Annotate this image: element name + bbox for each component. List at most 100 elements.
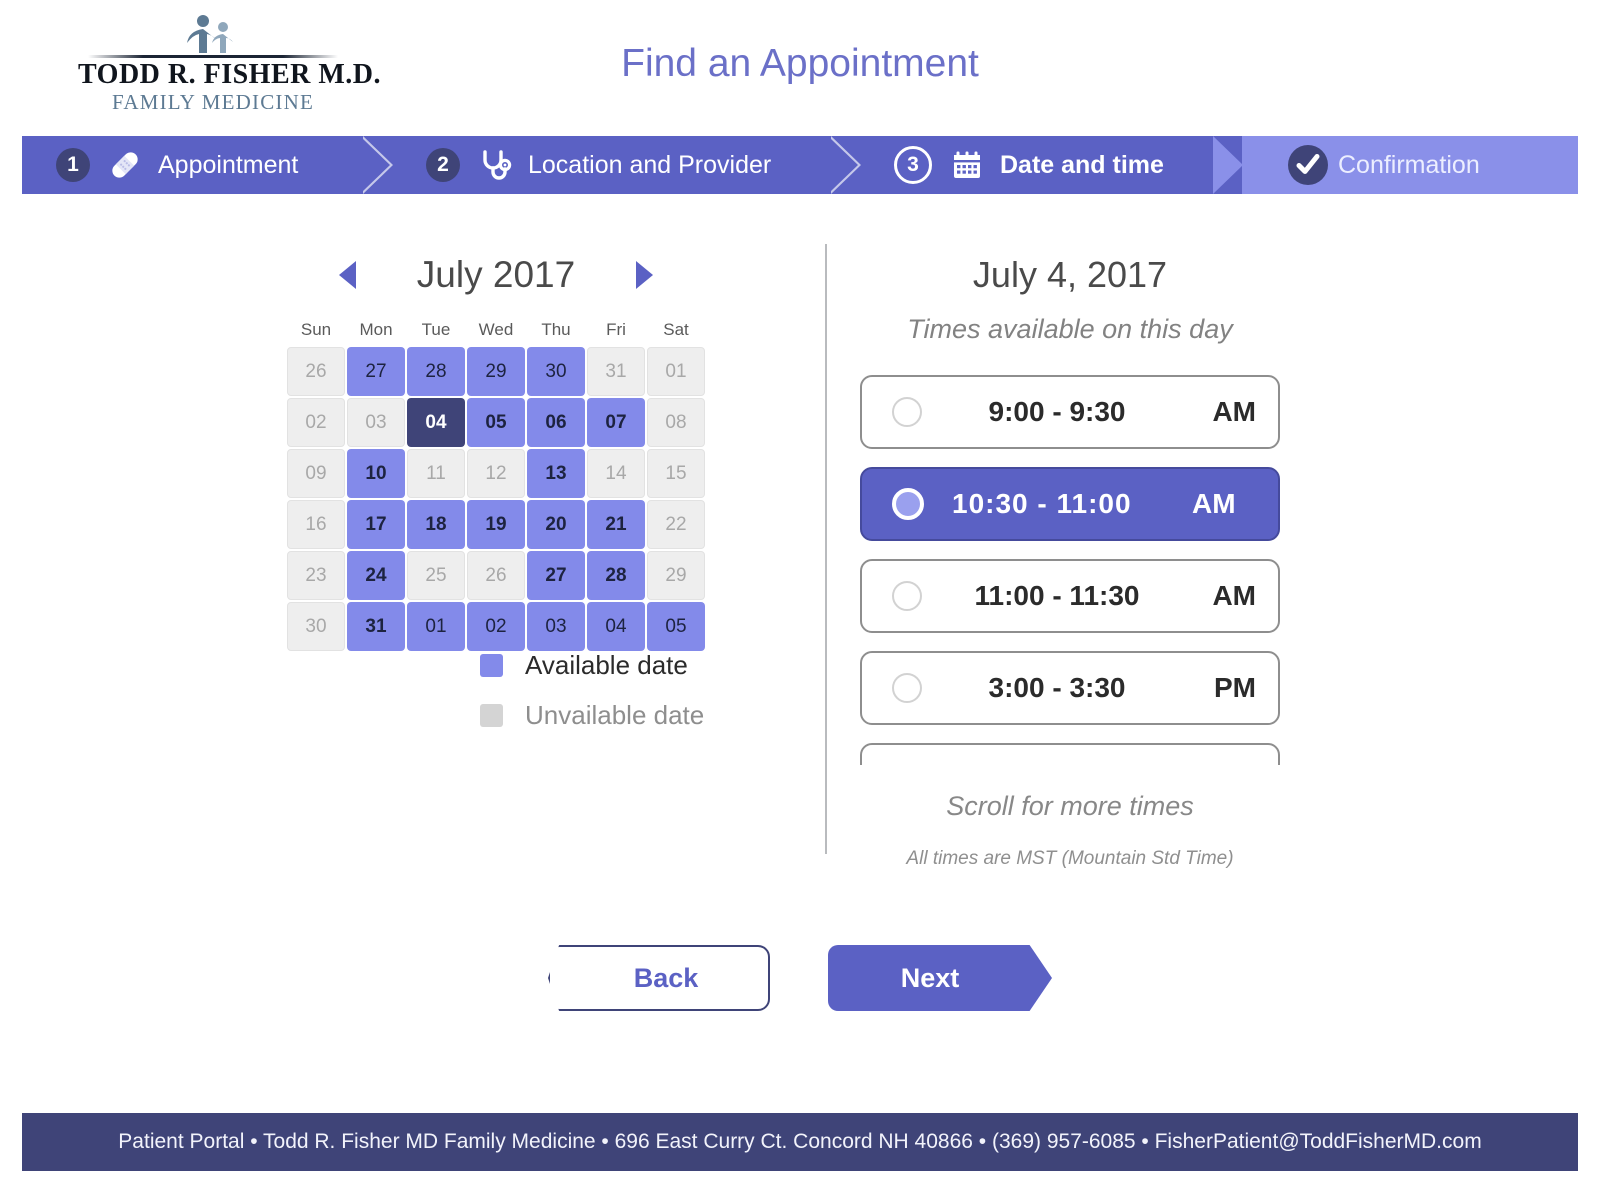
weekday-fri: Fri: [606, 320, 626, 339]
step-3-label: Date and time: [1000, 150, 1164, 179]
calendar-day[interactable]: 19: [467, 500, 525, 549]
weekday-tue: Tue: [421, 320, 451, 339]
calendar-day[interactable]: 24: [347, 551, 405, 600]
calendar-day: 12: [467, 449, 525, 498]
scroll-hint: Scroll for more times: [946, 791, 1194, 821]
time-picker: July 4, 2017 Times available on this day…: [860, 244, 1280, 870]
time-slot[interactable]: 11:00 - 11:30 AM: [860, 559, 1280, 633]
step-1-label: Appointment: [158, 150, 299, 179]
weekday-sat: Sat: [663, 320, 689, 339]
weekday-sun: Sun: [300, 320, 332, 339]
times-subtitle: Times available on this day: [907, 314, 1233, 344]
main-content: July 2017 Sun Mon Tue Wed Thu Fri Sat 26 27 28 29…: [0, 200, 1600, 1100]
calendar-day: 16: [287, 500, 345, 549]
legend-swatch-unavailable: [480, 703, 503, 727]
page-header: TODD R. FISHER M.D. FAMILY MEDICINE Find…: [0, 0, 1600, 135]
calendar-header: July 2017: [286, 244, 706, 306]
step-3-number: 3: [894, 146, 932, 184]
weekday-thu: Thu: [541, 320, 571, 339]
check-icon: [1288, 145, 1328, 185]
calendar-day: 09: [287, 449, 345, 498]
legend-item-available: Available date: [480, 640, 704, 690]
calendar-day: 26: [287, 347, 345, 396]
calendar-day: 11: [407, 449, 465, 498]
calendar-day: 01: [647, 347, 705, 396]
progress-steps: 1 Appointment 2 Location and Provider 3 …: [22, 136, 1578, 194]
calendar-day[interactable]: 06: [527, 398, 585, 447]
page-footer: Patient Portal • Todd R. Fisher MD Famil…: [22, 1113, 1578, 1171]
step-separator-3: [1213, 136, 1243, 194]
step-appointment[interactable]: 1 Appointment: [22, 136, 393, 194]
time-slot-meridiem: PM: [1214, 672, 1256, 703]
calendar-day: 08: [647, 398, 705, 447]
time-slot[interactable]: 9:00 - 9:30 AM: [860, 375, 1280, 449]
calendar-day[interactable]: 07: [587, 398, 645, 447]
calendar-day: 03: [347, 398, 405, 447]
calendar-day: 02: [287, 398, 345, 447]
time-slot[interactable]: [860, 743, 1280, 765]
calendar-day[interactable]: 10: [347, 449, 405, 498]
step-confirmation[interactable]: Confirmation: [1242, 136, 1578, 194]
time-slot-list: 9:00 - 9:30 AM 10:30 - 11:00 AM 11:00 - 11:3…: [860, 375, 1280, 765]
calendar-month-label: July 2017: [416, 254, 576, 295]
stethoscope-icon: [472, 148, 518, 182]
calendar-day[interactable]: 28: [407, 347, 465, 396]
calendar-day[interactable]: 20: [527, 500, 585, 549]
weekday-header: Sun Mon Tue Wed Thu Fri Sat: [286, 320, 706, 346]
step-1-number: 1: [56, 148, 90, 182]
calendar-day[interactable]: 04: [407, 398, 465, 447]
calendar-icon: [944, 149, 990, 181]
prev-month-button[interactable]: [339, 261, 356, 289]
calendar-day[interactable]: 27: [347, 347, 405, 396]
calendar-legend: Available date Unvailable date: [480, 640, 704, 740]
calendar-day: 23: [287, 551, 345, 600]
time-slot-meridiem: AM: [1212, 580, 1256, 611]
time-slot-range: 9:00 - 9:30: [988, 396, 1126, 427]
page-title: Find an Appointment: [621, 42, 979, 85]
weekday-wed: Wed: [478, 320, 514, 339]
bandage-icon: [102, 148, 148, 182]
panel-divider: [825, 244, 827, 854]
footer-text: Patient Portal • Todd R. Fisher MD Famil…: [118, 1130, 1482, 1153]
time-slot-range: 10:30 - 11:00: [952, 488, 1132, 519]
calendar-day[interactable]: 29: [467, 347, 525, 396]
radio-icon[interactable]: [892, 488, 924, 520]
selected-date-label: July 4, 2017: [972, 254, 1168, 295]
calendar-day[interactable]: 27: [527, 551, 585, 600]
next-button[interactable]: Next: [828, 945, 1052, 1011]
legend-label: Unvailable date: [525, 699, 705, 730]
calendar-day: 26: [467, 551, 525, 600]
timezone-note: All times are MST (Mountain Std Time): [906, 848, 1234, 869]
logo-subtitle: FAMILY MEDICINE: [112, 90, 314, 115]
calendar-day: 22: [647, 500, 705, 549]
calendar-day[interactable]: 05: [467, 398, 525, 447]
back-button[interactable]: Back: [548, 945, 770, 1011]
calendar-day: 31: [587, 347, 645, 396]
calendar-day[interactable]: 13: [527, 449, 585, 498]
calendar-day[interactable]: 21: [587, 500, 645, 549]
time-slot[interactable]: 3:00 - 3:30 PM: [860, 651, 1280, 725]
legend-label: Available date: [525, 649, 688, 680]
calendar-day[interactable]: 18: [407, 500, 465, 549]
time-slot-range: 3:00 - 3:30: [988, 672, 1126, 703]
calendar-day[interactable]: 30: [527, 347, 585, 396]
calendar-day: 29: [647, 551, 705, 600]
step-2-number: 2: [426, 148, 460, 182]
calendar-day[interactable]: 17: [347, 500, 405, 549]
wizard-navigation: Back Next: [0, 945, 1600, 1011]
step-4-label: Confirmation: [1338, 150, 1480, 179]
calendar-day: 25: [407, 551, 465, 600]
next-month-button[interactable]: [636, 261, 653, 289]
step-separator-1: [363, 136, 393, 194]
step-2-label: Location and Provider: [528, 150, 772, 179]
calendar-day[interactable]: 01: [407, 602, 465, 651]
time-slot-range: 11:00 - 11:30: [974, 580, 1140, 611]
legend-item-unavailable: Unvailable date: [480, 690, 704, 740]
calendar-day[interactable]: 28: [587, 551, 645, 600]
calendar-day[interactable]: 31: [347, 602, 405, 651]
time-slot[interactable]: 10:30 - 11:00 AM: [860, 467, 1280, 541]
step-location-provider[interactable]: 2 Location and Provider: [392, 136, 861, 194]
step-date-and-time[interactable]: 3 Date and time: [860, 136, 1243, 194]
legend-swatch-available: [480, 653, 503, 677]
calendar-grid: 26 27 28 29 30 31 01 02 03 04 05 06 07 08 09 10 11 12 13 14…: [286, 346, 706, 652]
